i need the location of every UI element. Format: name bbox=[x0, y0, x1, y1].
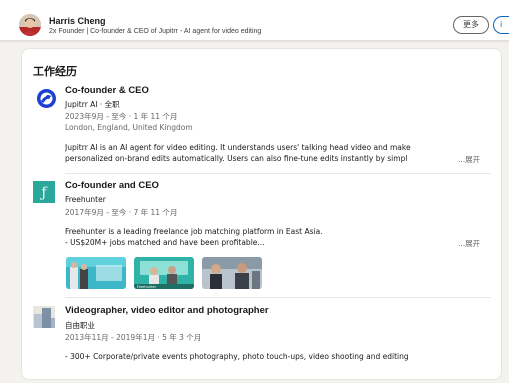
profile-avatar[interactable] bbox=[19, 14, 41, 36]
experience-description-line: - 300+ Corporate/private events photogra… bbox=[65, 352, 409, 361]
divider bbox=[65, 173, 491, 174]
experience-description-line: personalized on-brand edits automaticall… bbox=[65, 154, 408, 163]
placeholder-company-logo-icon bbox=[33, 306, 55, 328]
experience-title[interactable]: Videographer, video editor and photograp… bbox=[65, 305, 269, 316]
experience-title[interactable]: Co-founder & CEO bbox=[65, 85, 149, 96]
experience-duration: 2017年9月 - 至今 · 7 年 11 个月 bbox=[65, 208, 178, 217]
profile-headline: 2x Founder | Co-founder & CEO of Jupitrr… bbox=[49, 28, 262, 35]
profile-sticky-header: Harris Cheng 2x Founder | Co-founder & C… bbox=[0, 0, 509, 41]
experience-duration: 2013年11月 - 2019年1月 · 5 年 3 个月 bbox=[65, 333, 202, 342]
media-thumbnail-2[interactable]: Freehunter bbox=[134, 257, 194, 289]
media-caption: Freehunter bbox=[137, 285, 157, 289]
experience-company: Jupitrr AI · 全职 bbox=[65, 100, 120, 109]
profile-name: Harris Cheng bbox=[49, 16, 106, 26]
truncated-action-button[interactable]: i bbox=[493, 16, 509, 34]
media-thumbnail-1[interactable] bbox=[66, 257, 126, 289]
media-thumbnail-3[interactable] bbox=[202, 257, 262, 289]
expand-link[interactable]: ...展开 bbox=[458, 238, 480, 249]
experience-title[interactable]: Co-founder and CEO bbox=[65, 180, 159, 191]
divider bbox=[65, 297, 491, 298]
freehunter-logo-icon[interactable]: ƒ bbox=[33, 181, 55, 203]
experience-company: 自由职业 bbox=[65, 321, 95, 330]
experience-description-line: Jupitrr AI is an AI agent for video edit… bbox=[65, 143, 411, 152]
experience-description-line: Freehunter is a leading freelance job ma… bbox=[65, 227, 323, 236]
jupitrr-logo-icon[interactable] bbox=[36, 88, 57, 109]
section-title: 工作经历 bbox=[33, 65, 77, 78]
experience-company: Freehunter bbox=[65, 195, 106, 204]
expand-link[interactable]: ...展开 bbox=[458, 154, 480, 165]
experience-description-line: - US$20M+ jobs matched and have been pro… bbox=[65, 238, 265, 247]
experience-section: 工作经历 Co-founder & CEO Jupitrr AI · 全职 20… bbox=[22, 49, 501, 379]
experience-location: London, England, United Kingdom bbox=[65, 123, 193, 132]
more-button[interactable]: 更多 bbox=[453, 16, 489, 34]
experience-duration: 2023年9月 - 至今 · 1 年 11 个月 bbox=[65, 112, 178, 121]
